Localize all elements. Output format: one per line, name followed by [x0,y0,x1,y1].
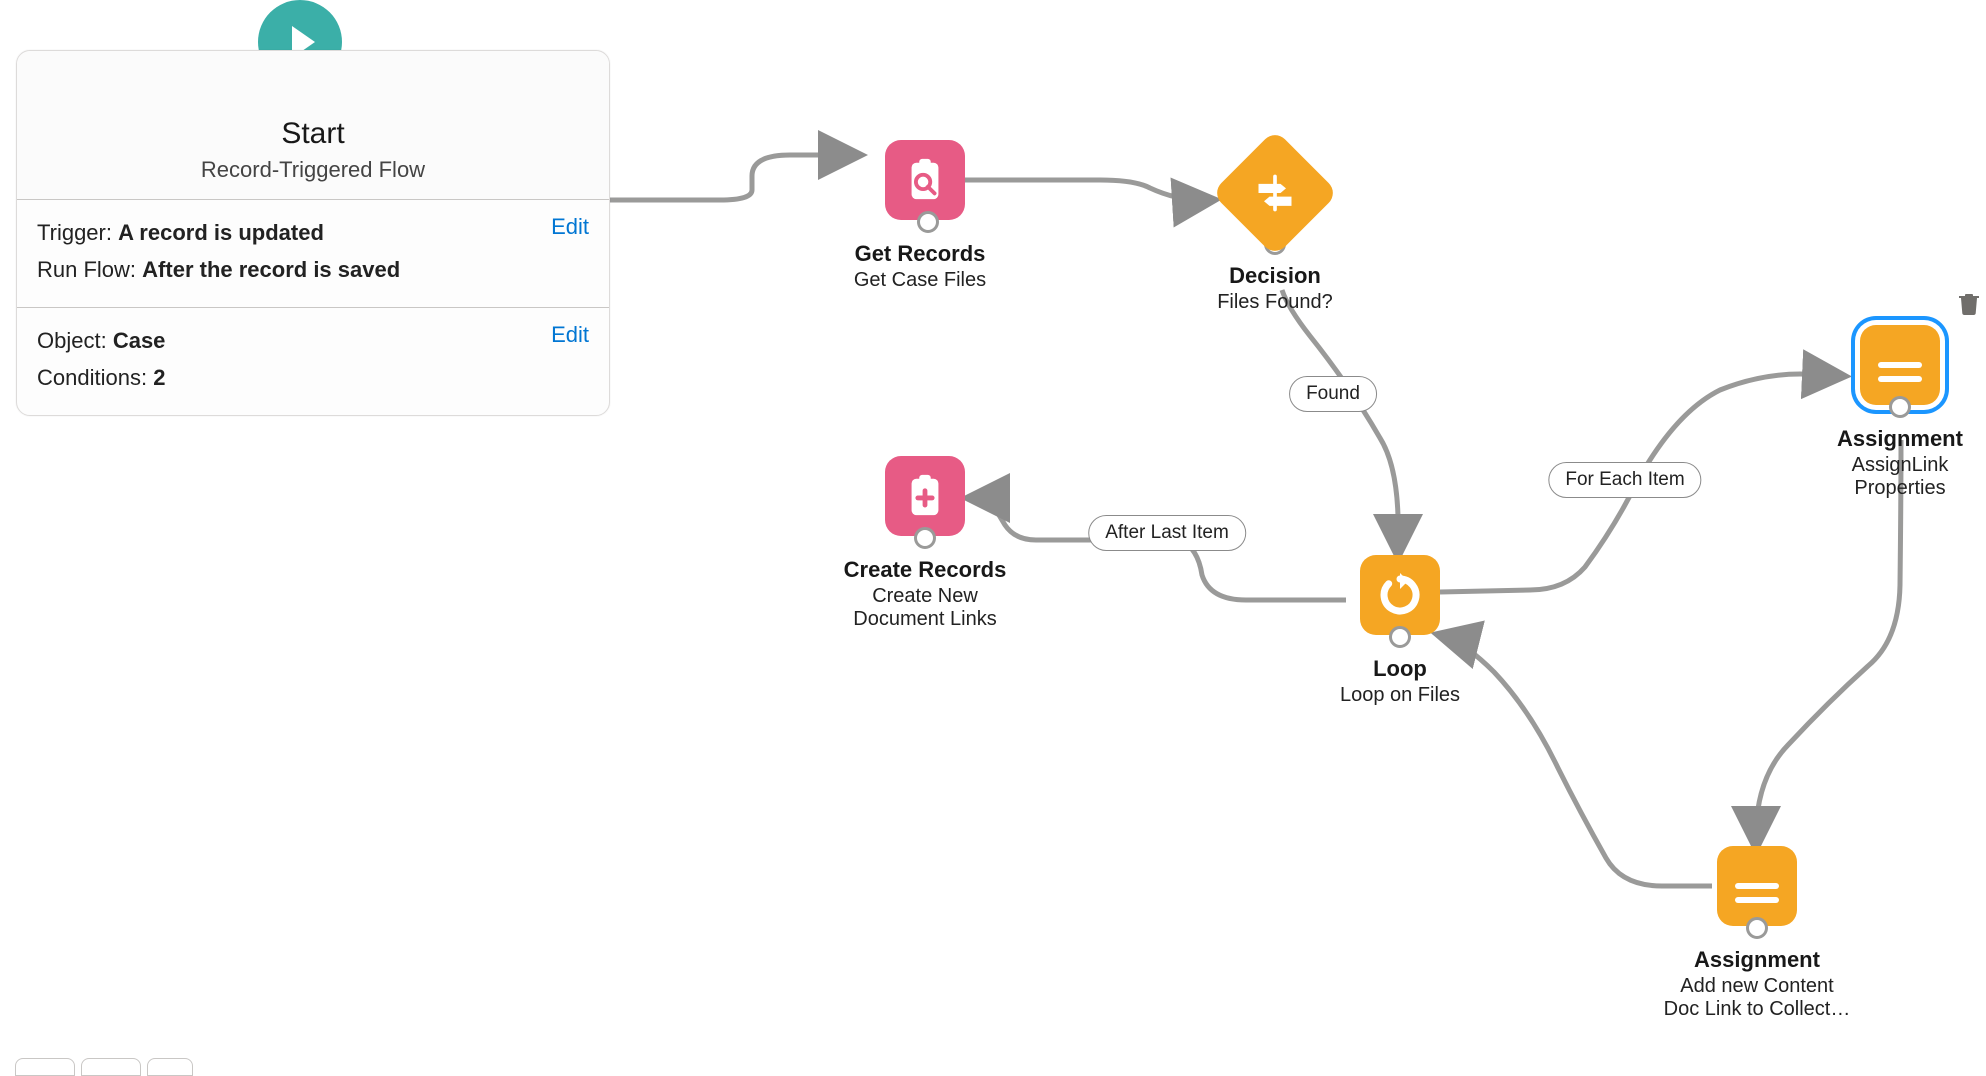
edit-object-link[interactable]: Edit [551,322,589,348]
edge-label-found[interactable]: Found [1289,376,1377,412]
node-decision[interactable]: Decision Files Found? [1185,148,1365,314]
node-title: Loop [1320,656,1480,682]
equals-icon [1735,883,1779,890]
node-loop[interactable]: Loop Loop on Files [1320,555,1480,707]
clipboard-search-icon [902,157,948,203]
start-title: Start [27,117,599,151]
node-connector-dot [1889,396,1911,418]
runflow-value: After the record is saved [142,257,400,282]
edge-label-for-each[interactable]: For Each Item [1548,462,1701,498]
loop-icon-tile[interactable] [1360,555,1440,635]
node-sub: AssignLink [1820,454,1980,477]
node-title: Assignment [1820,426,1980,452]
start-subtitle: Record-Triggered Flow [27,157,599,183]
trigger-label: Trigger: [37,220,112,245]
node-create-records[interactable]: Create Records Create New Document Links [800,456,1050,631]
start-card: Start Record-Triggered Flow Edit Trigger… [16,50,610,416]
canvas-pager [15,1058,193,1076]
start-card-header: Start Record-Triggered Flow [17,51,609,200]
node-connector-dot [914,527,936,549]
conditions-label: Conditions: [37,365,147,390]
conditions-value: 2 [153,365,165,390]
node-sub: Get Case Files [820,269,1020,292]
decision-diamond[interactable] [1211,129,1338,256]
node-connector-dot [1746,917,1768,939]
node-sub: Loop on Files [1320,684,1480,707]
runflow-label: Run Flow: [37,257,136,282]
edge-label-after-last[interactable]: After Last Item [1088,515,1246,551]
node-sub: Create New [800,585,1050,608]
start-row-trigger: Trigger: A record is updated [37,214,589,251]
node-sub2: Document Links [800,608,1050,631]
create-records-icon-tile[interactable] [885,456,965,536]
start-object-section: Edit Object: Case Conditions: 2 [17,308,609,415]
pager-prev-button[interactable] [15,1058,75,1076]
delete-element-button[interactable] [1958,292,1980,316]
node-connector-dot [917,211,939,233]
node-assignment-assignlink[interactable]: Assignment AssignLink Properties [1820,325,1980,500]
flow-canvas[interactable]: Found For Each Item After Last Item Star… [0,0,1986,1076]
start-row-runflow: Run Flow: After the record is saved [37,251,589,288]
equals-icon [1878,362,1922,369]
node-title: Assignment [1632,947,1882,973]
loop-arrow-icon [1376,571,1424,619]
start-row-object: Object: Case [37,322,589,359]
clipboard-plus-icon [902,473,948,519]
start-trigger-section: Edit Trigger: A record is updated Run Fl… [17,200,609,308]
node-title: Get Records [820,241,1020,267]
get-records-icon[interactable] [885,140,965,220]
node-title: Create Records [800,557,1050,583]
node-sub2: Doc Link to Collect… [1632,998,1882,1021]
start-row-conditions: Conditions: 2 [37,359,589,396]
object-label: Object: [37,328,107,353]
assignment-icon-tile[interactable] [1860,325,1940,405]
node-title: Decision [1185,263,1365,289]
object-value: Case [113,328,166,353]
pager-extra-button[interactable] [147,1058,193,1076]
node-assignment-add-content-link[interactable]: Assignment Add new Content Doc Link to C… [1632,846,1882,1021]
trigger-value: A record is updated [118,220,324,245]
node-connector-dot [1389,626,1411,648]
node-sub: Add new Content [1632,975,1882,998]
node-sub2: Properties [1820,477,1980,500]
pager-next-button[interactable] [81,1058,141,1076]
node-get-records[interactable]: Get Records Get Case Files [820,140,1020,292]
assignment-icon-tile[interactable] [1717,846,1797,926]
trash-icon [1958,292,1980,316]
node-sub: Files Found? [1185,291,1365,314]
edit-trigger-link[interactable]: Edit [551,214,589,240]
